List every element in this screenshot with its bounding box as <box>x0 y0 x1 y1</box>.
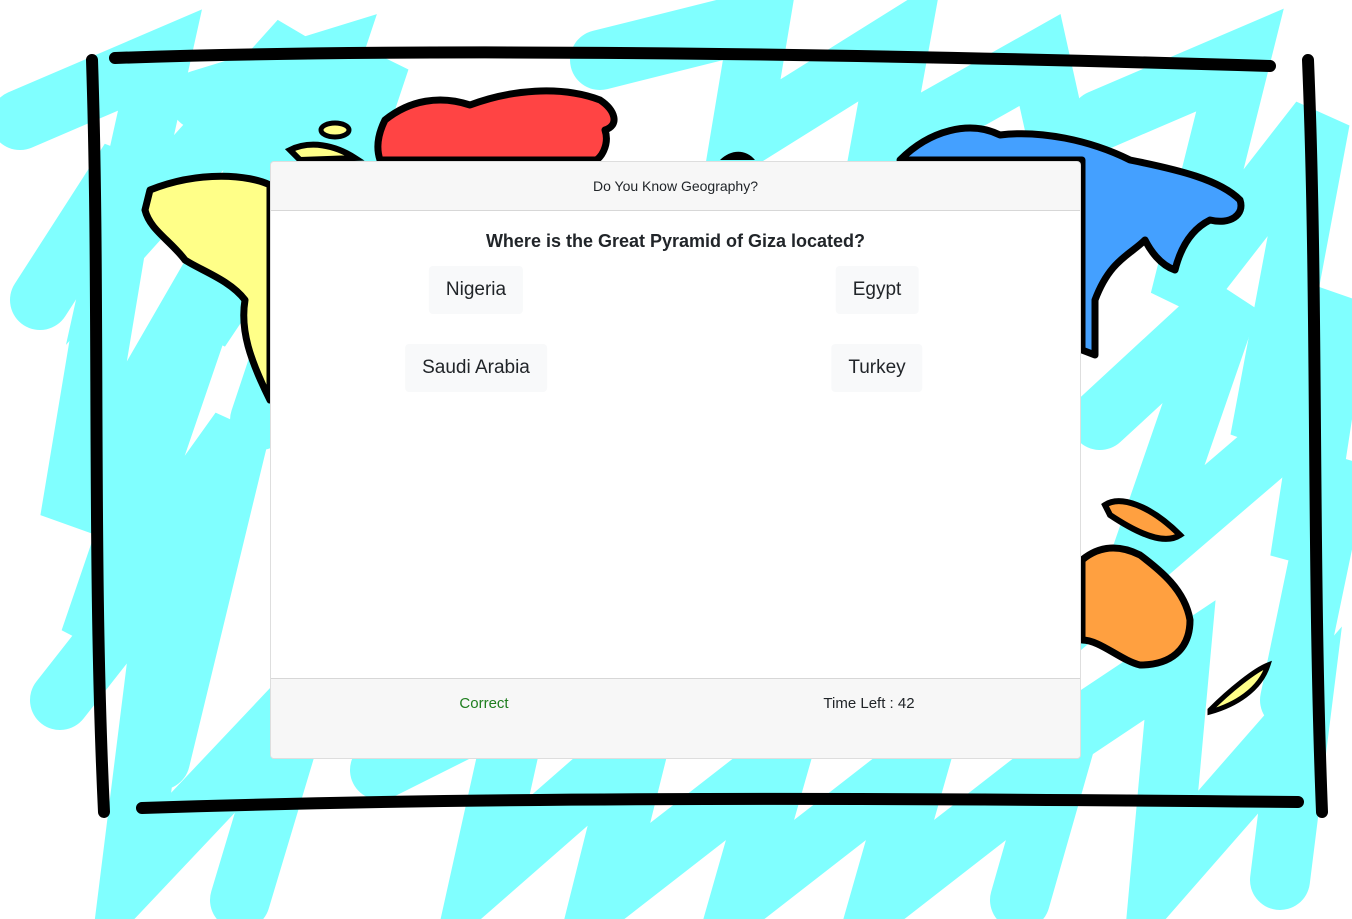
quiz-card: Do You Know Geography? Where is the Grea… <box>270 161 1081 759</box>
question-text: Where is the Great Pyramid of Giza locat… <box>485 231 866 251</box>
europe-shape <box>374 87 618 164</box>
quiz-footer: Correct Time Left : 42 <box>271 678 1080 758</box>
answer-button-nigeria[interactable]: Nigeria <box>428 266 524 314</box>
time-left: Time Left : 42 <box>823 695 915 712</box>
quiz-body: Where is the Great Pyramid of Giza locat… <box>271 211 1080 680</box>
result-status: Correct <box>459 695 509 712</box>
quiz-title: Do You Know Geography? <box>271 162 1080 211</box>
quiz-page: Do You Know Geography? Where is the Grea… <box>0 0 1352 919</box>
answer-button-turkey[interactable]: Turkey <box>831 344 923 392</box>
answer-button-egypt[interactable]: Egypt <box>835 266 919 314</box>
answer-button-saudi-arabia[interactable]: Saudi Arabia <box>405 344 547 392</box>
